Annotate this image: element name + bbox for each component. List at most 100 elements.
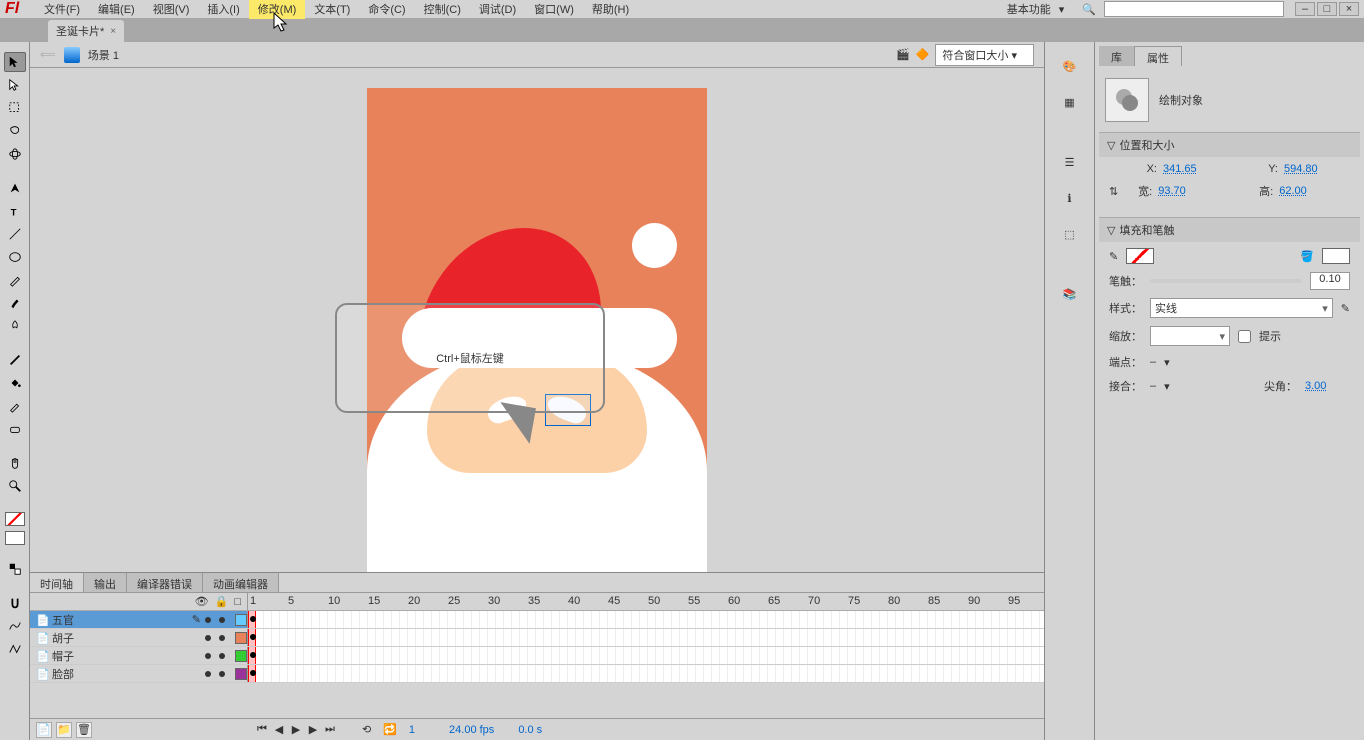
app-logo: Fl [5, 0, 30, 18]
link-icon[interactable]: ⇅ [1109, 185, 1118, 198]
color-panel-icon[interactable]: 🎨 [1058, 54, 1082, 78]
scale-select[interactable] [1150, 326, 1230, 346]
layer-row[interactable]: 📄帽子 [30, 647, 1044, 665]
menu-insert[interactable]: 插入(I) [198, 0, 248, 19]
library-panel-icon[interactable]: 📚 [1058, 282, 1082, 306]
menu-debug[interactable]: 调试(D) [470, 0, 525, 19]
3d-rotation-tool[interactable] [4, 144, 26, 164]
lasso-tool[interactable] [4, 121, 26, 141]
menu-edit[interactable]: 编辑(E) [89, 0, 144, 19]
hint-label: 提示 [1259, 328, 1281, 344]
eye-icon[interactable]: 👁 [195, 595, 209, 608]
join-value[interactable]: – [1150, 380, 1156, 392]
hint-checkbox[interactable] [1238, 330, 1251, 343]
layer-row[interactable]: 📄胡子 [30, 629, 1044, 647]
fill-swatch[interactable] [1322, 248, 1350, 264]
cap-label: 端点： [1109, 354, 1142, 370]
line-tool[interactable] [4, 224, 26, 244]
section-position[interactable]: ▽ 位置和大小 [1099, 133, 1360, 157]
miter-value[interactable]: 3.00 [1305, 380, 1350, 392]
maximize-button[interactable]: □ [1317, 2, 1337, 16]
canvas[interactable]: Ctrl+鼠标左键 [30, 68, 1044, 572]
menu-file[interactable]: 文件(F) [35, 0, 89, 19]
goto-last-button[interactable]: ⏭ [322, 723, 338, 737]
step-forward-button[interactable]: ▶ [305, 723, 321, 737]
new-layer-button[interactable]: 📄 [36, 722, 52, 738]
document-tabs: 圣诞卡片* × [0, 18, 1364, 42]
stroke-color[interactable] [5, 512, 25, 526]
menu-help[interactable]: 帮助(H) [583, 0, 638, 19]
play-button[interactable]: ▶ [288, 723, 304, 737]
stroke-slider[interactable] [1150, 279, 1302, 283]
menu-command[interactable]: 命令(C) [359, 0, 414, 19]
tab-close-icon[interactable]: × [110, 26, 116, 37]
deco-tool[interactable] [4, 316, 26, 336]
info-panel-icon[interactable]: ℹ [1058, 186, 1082, 210]
section-fill-stroke[interactable]: ▽ 填充和笔触 [1099, 218, 1360, 242]
zoom-select[interactable]: 符合窗口大小 ▾ [935, 44, 1034, 66]
minimize-button[interactable]: – [1295, 2, 1315, 16]
edit-scene-icon[interactable]: 🎬 [896, 48, 910, 61]
layer-row[interactable]: 📄脸部 [30, 665, 1044, 683]
smooth-tool[interactable] [4, 616, 26, 636]
style-select[interactable]: 实线 [1150, 298, 1333, 318]
straighten-tool[interactable] [4, 639, 26, 659]
w-value[interactable]: 93.70 [1158, 185, 1203, 197]
tooltip-callout: Ctrl+鼠标左键 [335, 303, 605, 413]
menu-window[interactable]: 窗口(W) [525, 0, 583, 19]
swatches-panel-icon[interactable]: ▦ [1058, 90, 1082, 114]
edit-symbols-icon[interactable]: 🔶 [916, 48, 930, 61]
eyedropper-tool[interactable] [4, 396, 26, 416]
zoom-tool[interactable] [4, 476, 26, 496]
goto-first-button[interactable]: ⏮ [254, 723, 270, 737]
menu-view[interactable]: 视图(V) [144, 0, 199, 19]
snap-tool[interactable] [4, 593, 26, 613]
fill-color[interactable] [5, 531, 25, 545]
step-back-button[interactable]: ◀ [271, 723, 287, 737]
pen-tool[interactable] [4, 178, 26, 198]
tab-properties[interactable]: 属性 [1134, 46, 1182, 66]
timeline-panel: 时间轴 输出 编译器错误 动画编辑器 👁 🔒 □ 151015202530354… [30, 572, 1044, 740]
document-tab[interactable]: 圣诞卡片* × [48, 20, 124, 42]
free-transform-tool[interactable] [4, 98, 26, 118]
tab-timeline[interactable]: 时间轴 [30, 573, 84, 592]
align-panel-icon[interactable]: ☰ [1058, 150, 1082, 174]
lock-icon[interactable]: 🔒 [215, 595, 229, 608]
workspace-label[interactable]: 基本功能 [1007, 1, 1051, 17]
hand-tool[interactable] [4, 453, 26, 473]
outline-icon[interactable]: □ [234, 596, 241, 608]
search-input[interactable] [1104, 1, 1284, 17]
menu-control[interactable]: 控制(C) [415, 0, 470, 19]
edit-style-icon[interactable]: ✎ [1341, 302, 1350, 315]
pencil-tool[interactable] [4, 270, 26, 290]
tab-motion[interactable]: 动画编辑器 [203, 573, 279, 592]
transform-panel-icon[interactable]: ⬚ [1058, 222, 1082, 246]
x-value[interactable]: 341.65 [1163, 163, 1208, 175]
new-folder-button[interactable]: 📁 [56, 722, 72, 738]
subselection-tool[interactable] [4, 75, 26, 95]
tab-output[interactable]: 输出 [84, 573, 127, 592]
stroke-swatch[interactable] [1126, 248, 1154, 264]
back-icon[interactable]: ⟸ [40, 48, 56, 61]
close-button[interactable]: × [1339, 2, 1359, 16]
tab-library[interactable]: 库 [1099, 46, 1134, 66]
w-label: 宽: [1124, 183, 1152, 199]
cap-value[interactable]: – [1150, 356, 1156, 368]
swap-colors[interactable] [4, 559, 26, 579]
y-value[interactable]: 594.80 [1284, 163, 1329, 175]
brush-tool[interactable] [4, 293, 26, 313]
layer-row[interactable]: 📄五官✎ [30, 611, 1044, 629]
bone-tool[interactable] [4, 350, 26, 370]
text-tool[interactable]: T [4, 201, 26, 221]
menu-text[interactable]: 文本(T) [305, 0, 359, 19]
stroke-value[interactable]: 0.10 [1310, 272, 1350, 290]
rectangle-tool[interactable] [4, 247, 26, 267]
frame-ruler[interactable]: 15101520253035404550556065707580859095 [248, 593, 1044, 610]
tab-compiler[interactable]: 编译器错误 [127, 573, 203, 592]
paint-bucket-tool[interactable] [4, 373, 26, 393]
h-label: 高: [1245, 183, 1273, 199]
eraser-tool[interactable] [4, 419, 26, 439]
selection-tool[interactable] [4, 52, 26, 72]
h-value[interactable]: 62.00 [1279, 185, 1324, 197]
delete-layer-button[interactable]: 🗑 [76, 722, 92, 738]
